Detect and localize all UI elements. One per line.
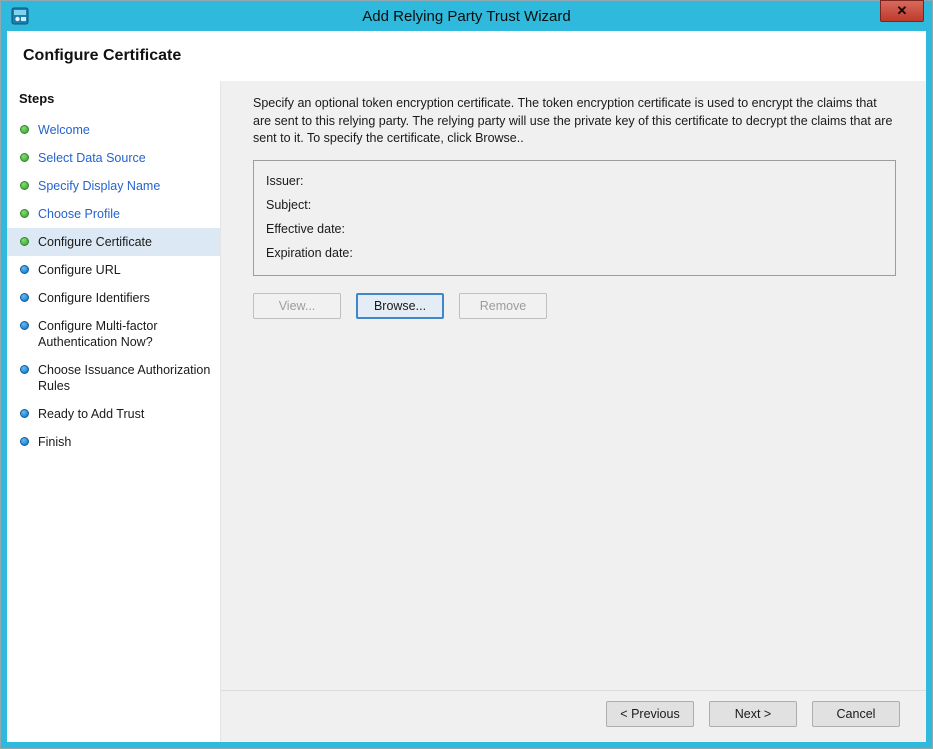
step-status-icon — [20, 293, 29, 302]
step-label: Configure URL — [38, 262, 121, 278]
page-header: Configure Certificate — [7, 31, 926, 81]
certificate-field-row: Issuer: — [266, 169, 883, 193]
wizard-window: Add Relying Party Trust Wizard ✕ Configu… — [0, 0, 933, 749]
step-label: Choose Issuance Authorization Rules — [38, 362, 212, 394]
instructions-text: Specify an optional token encryption cer… — [253, 95, 896, 148]
step-status-icon — [20, 265, 29, 274]
step-select-data-source[interactable]: Select Data Source — [7, 144, 220, 172]
main-inner: Specify an optional token encryption cer… — [221, 95, 926, 319]
wizard-footer: < Previous Next > Cancel — [221, 690, 926, 742]
spacer — [221, 319, 926, 691]
step-label: Choose Profile — [38, 206, 120, 222]
step-specify-display-name[interactable]: Specify Display Name — [7, 172, 220, 200]
step-status-icon — [20, 437, 29, 446]
step-configure-identifiers: Configure Identifiers — [7, 284, 220, 312]
step-label: Specify Display Name — [38, 178, 160, 194]
cancel-button[interactable]: Cancel — [812, 701, 900, 727]
step-choose-issuance-authorization-rules: Choose Issuance Authorization Rules — [7, 356, 220, 400]
window-content: Configure Certificate Steps Welcome Sele… — [7, 31, 926, 742]
certificate-field-label: Subject: — [266, 198, 376, 212]
steps-sidebar: Steps Welcome Select Data Source Specify… — [7, 81, 221, 742]
browse-button[interactable]: Browse... — [356, 293, 444, 319]
certificate-buttons: View... Browse... Remove — [253, 293, 896, 319]
step-status-icon — [20, 321, 29, 330]
step-label: Ready to Add Trust — [38, 406, 144, 422]
step-label: Welcome — [38, 122, 90, 138]
step-label: Select Data Source — [38, 150, 146, 166]
steps-heading: Steps — [7, 83, 220, 116]
remove-button: Remove — [459, 293, 547, 319]
certificate-field-label: Effective date: — [266, 222, 376, 236]
step-label: Configure Certificate — [38, 234, 152, 250]
step-configure-certificate: Configure Certificate — [7, 228, 220, 256]
step-status-icon — [20, 237, 29, 246]
main-panel: Specify an optional token encryption cer… — [221, 81, 926, 742]
step-ready-to-add-trust: Ready to Add Trust — [7, 400, 220, 428]
certificate-field-row: Expiration date: — [266, 241, 883, 265]
step-configure-url: Configure URL — [7, 256, 220, 284]
step-status-icon — [20, 181, 29, 190]
certificate-field-row: Subject: — [266, 193, 883, 217]
step-configure-multi-factor-authentication-now: Configure Multi-factor Authentication No… — [7, 312, 220, 356]
certificate-info-box: Issuer: Subject: Effective date: Expirat… — [253, 160, 896, 276]
view-button: View... — [253, 293, 341, 319]
step-status-icon — [20, 409, 29, 418]
step-welcome[interactable]: Welcome — [7, 116, 220, 144]
titlebar: Add Relying Party Trust Wizard ✕ — [7, 1, 926, 31]
step-label: Finish — [38, 434, 71, 450]
step-status-icon — [20, 365, 29, 374]
step-finish: Finish — [7, 428, 220, 456]
window-title: Add Relying Party Trust Wizard — [7, 8, 926, 25]
certificate-field-label: Issuer: — [266, 174, 376, 188]
page-title: Configure Certificate — [23, 47, 181, 65]
next-button[interactable]: Next > — [709, 701, 797, 727]
previous-button[interactable]: < Previous — [606, 701, 694, 727]
body-row: Steps Welcome Select Data Source Specify… — [7, 81, 926, 742]
step-choose-profile[interactable]: Choose Profile — [7, 200, 220, 228]
step-status-icon — [20, 209, 29, 218]
close-button[interactable]: ✕ — [880, 0, 924, 22]
step-status-icon — [20, 125, 29, 134]
certificate-field-row: Effective date: — [266, 217, 883, 241]
step-status-icon — [20, 153, 29, 162]
certificate-field-label: Expiration date: — [266, 246, 376, 260]
step-label: Configure Multi-factor Authentication No… — [38, 318, 212, 350]
step-label: Configure Identifiers — [38, 290, 150, 306]
steps-list: Welcome Select Data Source Specify Displ… — [7, 116, 220, 456]
